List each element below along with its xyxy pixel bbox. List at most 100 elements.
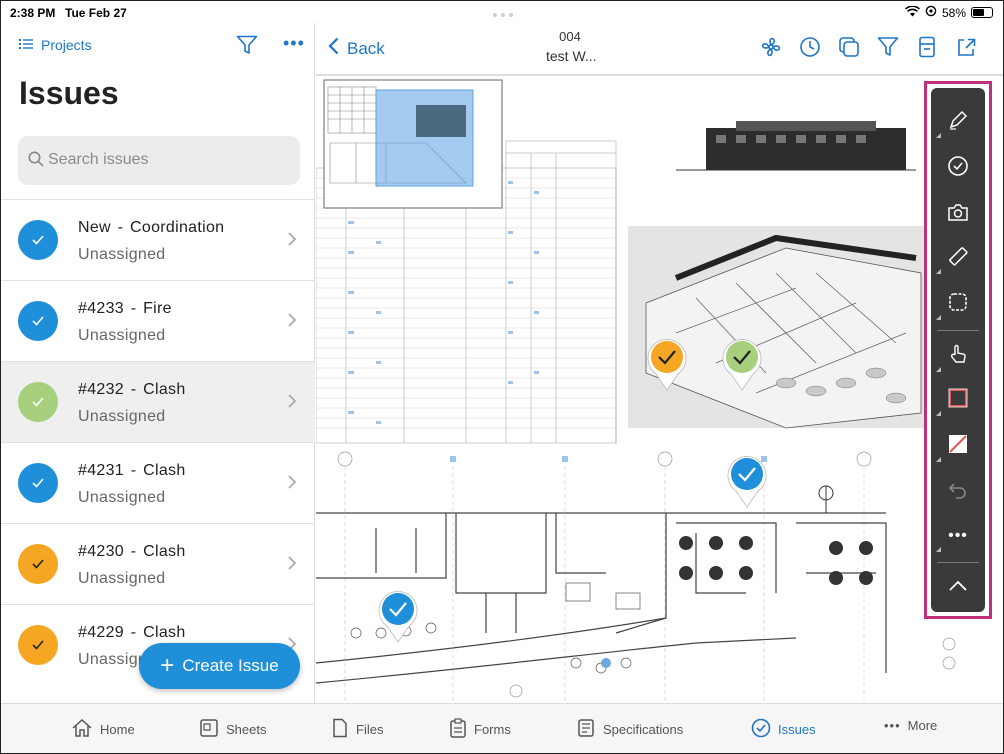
orientation-lock-icon [925, 5, 937, 20]
issue-pin-blue[interactable] [377, 588, 419, 644]
clock-icon[interactable] [799, 36, 821, 58]
sheet-drawing[interactable] [316, 73, 1003, 703]
projects-link[interactable]: Projects [19, 37, 92, 53]
chevron-right-icon [288, 556, 297, 575]
create-issue-label: Create Issue [182, 656, 279, 675]
tab-files[interactable]: Files [331, 718, 383, 741]
issue-pin-green[interactable] [721, 336, 763, 392]
cloud-tool[interactable] [931, 284, 985, 324]
rectangle-tool[interactable] [931, 380, 985, 420]
pen-icon [947, 109, 969, 136]
issue-row[interactable]: New - Coordination Unassigned [1, 199, 315, 280]
app-window: 2:38 PM Tue Feb 27 58% Projects ••• Issu… [0, 0, 1004, 754]
pen-tool[interactable] [931, 102, 985, 142]
multitask-grabber[interactable] [493, 13, 513, 17]
select-tool[interactable] [931, 336, 985, 376]
issue-status-icon [18, 625, 58, 665]
battery-icon [971, 7, 993, 18]
issue-status-icon [18, 463, 58, 503]
issue-assignee: Unassigned [78, 246, 166, 263]
toolbar-divider [937, 562, 979, 563]
toolbar-divider [937, 330, 979, 331]
file-icon [331, 718, 349, 741]
chevron-right-icon [288, 475, 297, 494]
sheets-icon [199, 718, 219, 741]
sheet-viewer: Back 004 test W... ••• [316, 23, 1003, 703]
issue-title: #4231 - Clash [78, 462, 186, 479]
fan-icon[interactable] [760, 36, 782, 58]
issue-pin-blue[interactable] [726, 453, 768, 509]
layers-icon[interactable] [838, 36, 860, 58]
issue-title: #4233 - Fire [78, 300, 172, 317]
plus-icon: + [160, 652, 175, 679]
tab-sheets[interactable]: Sheets [199, 718, 266, 741]
projects-label: Projects [41, 37, 92, 53]
issue-row[interactable]: #4231 - Clash Unassigned [1, 442, 315, 523]
tab-label: Issues [778, 722, 816, 737]
spec-icon [576, 718, 596, 741]
tab-specifications[interactable]: Specifications [576, 718, 683, 741]
line-tool[interactable] [931, 426, 985, 466]
issue-status-icon [18, 382, 58, 422]
status-date: Tue Feb 27 [65, 6, 127, 20]
viewer-toolbar [760, 36, 977, 58]
more-tools-button[interactable]: ••• [931, 516, 985, 556]
collapse-toolbar-button[interactable] [931, 568, 985, 608]
tab-forms[interactable]: Forms [449, 718, 511, 741]
issue-title: #4230 - Clash [78, 543, 186, 560]
status-indicators: 58% [905, 4, 993, 20]
issue-status-icon [18, 301, 58, 341]
issue-title: #4229 - Clash [78, 624, 186, 641]
list-icon [19, 37, 33, 53]
tab-label: Home [100, 722, 135, 737]
create-issue-button[interactable]: + Create Issue [139, 643, 300, 689]
checkmark-circle-icon [947, 155, 969, 182]
check-circle-icon [751, 718, 771, 741]
issue-row-selected[interactable]: #4232 - Clash Unassigned [1, 361, 315, 442]
tab-issues[interactable]: Issues [751, 718, 816, 741]
issue-row[interactable]: #4230 - Clash Unassigned [1, 523, 315, 604]
chevron-right-icon [288, 394, 297, 413]
sheet-number: 004 [559, 29, 581, 44]
tab-bar: Home Sheets Files Forms Specifications I… [1, 703, 1003, 753]
calculator-icon[interactable] [916, 36, 938, 58]
search-input[interactable] [48, 146, 288, 174]
issue-assignee: Unassigned [78, 327, 166, 344]
search-icon [28, 151, 44, 172]
issue-assignee: Unassigned [78, 570, 166, 587]
issue-status-icon [18, 220, 58, 260]
status-bar: 2:38 PM Tue Feb 27 58% [1, 1, 1003, 23]
line-icon [947, 433, 969, 460]
tab-more[interactable]: ••• More [884, 718, 937, 733]
checkmark-tool[interactable] [931, 148, 985, 188]
issue-title: #4232 - Clash [78, 381, 186, 398]
home-icon [71, 718, 93, 741]
undo-button[interactable] [931, 472, 985, 512]
rectangle-icon [947, 387, 969, 414]
battery-percent: 58% [941, 5, 966, 20]
issue-pin-orange[interactable] [646, 336, 688, 392]
chevron-right-icon [288, 313, 297, 332]
more-options-icon[interactable]: ••• [283, 33, 305, 54]
tab-label: Files [356, 722, 384, 737]
issue-assignee: Unassigned [78, 489, 166, 506]
wifi-icon [905, 4, 920, 20]
issue-status-icon [18, 544, 58, 584]
issue-assignee: Unassigned [78, 408, 166, 425]
filter-icon[interactable] [236, 35, 258, 60]
markup-toolbar: ••• [924, 81, 992, 619]
back-button[interactable]: Back [328, 37, 385, 60]
search-bar[interactable] [18, 136, 300, 185]
issue-row[interactable]: #4233 - Fire Unassigned [1, 280, 315, 361]
undo-icon [947, 480, 969, 505]
share-icon[interactable] [955, 36, 977, 58]
chevron-right-icon [288, 232, 297, 251]
filter-icon[interactable] [877, 36, 899, 58]
camera-tool[interactable] [931, 194, 985, 234]
measure-tool[interactable] [931, 238, 985, 278]
more-icon: ••• [948, 527, 968, 544]
tab-home[interactable]: Home [71, 718, 135, 741]
tab-label: Sheets [226, 722, 267, 737]
page-title: Issues [19, 75, 119, 111]
back-label: Back [347, 38, 385, 58]
